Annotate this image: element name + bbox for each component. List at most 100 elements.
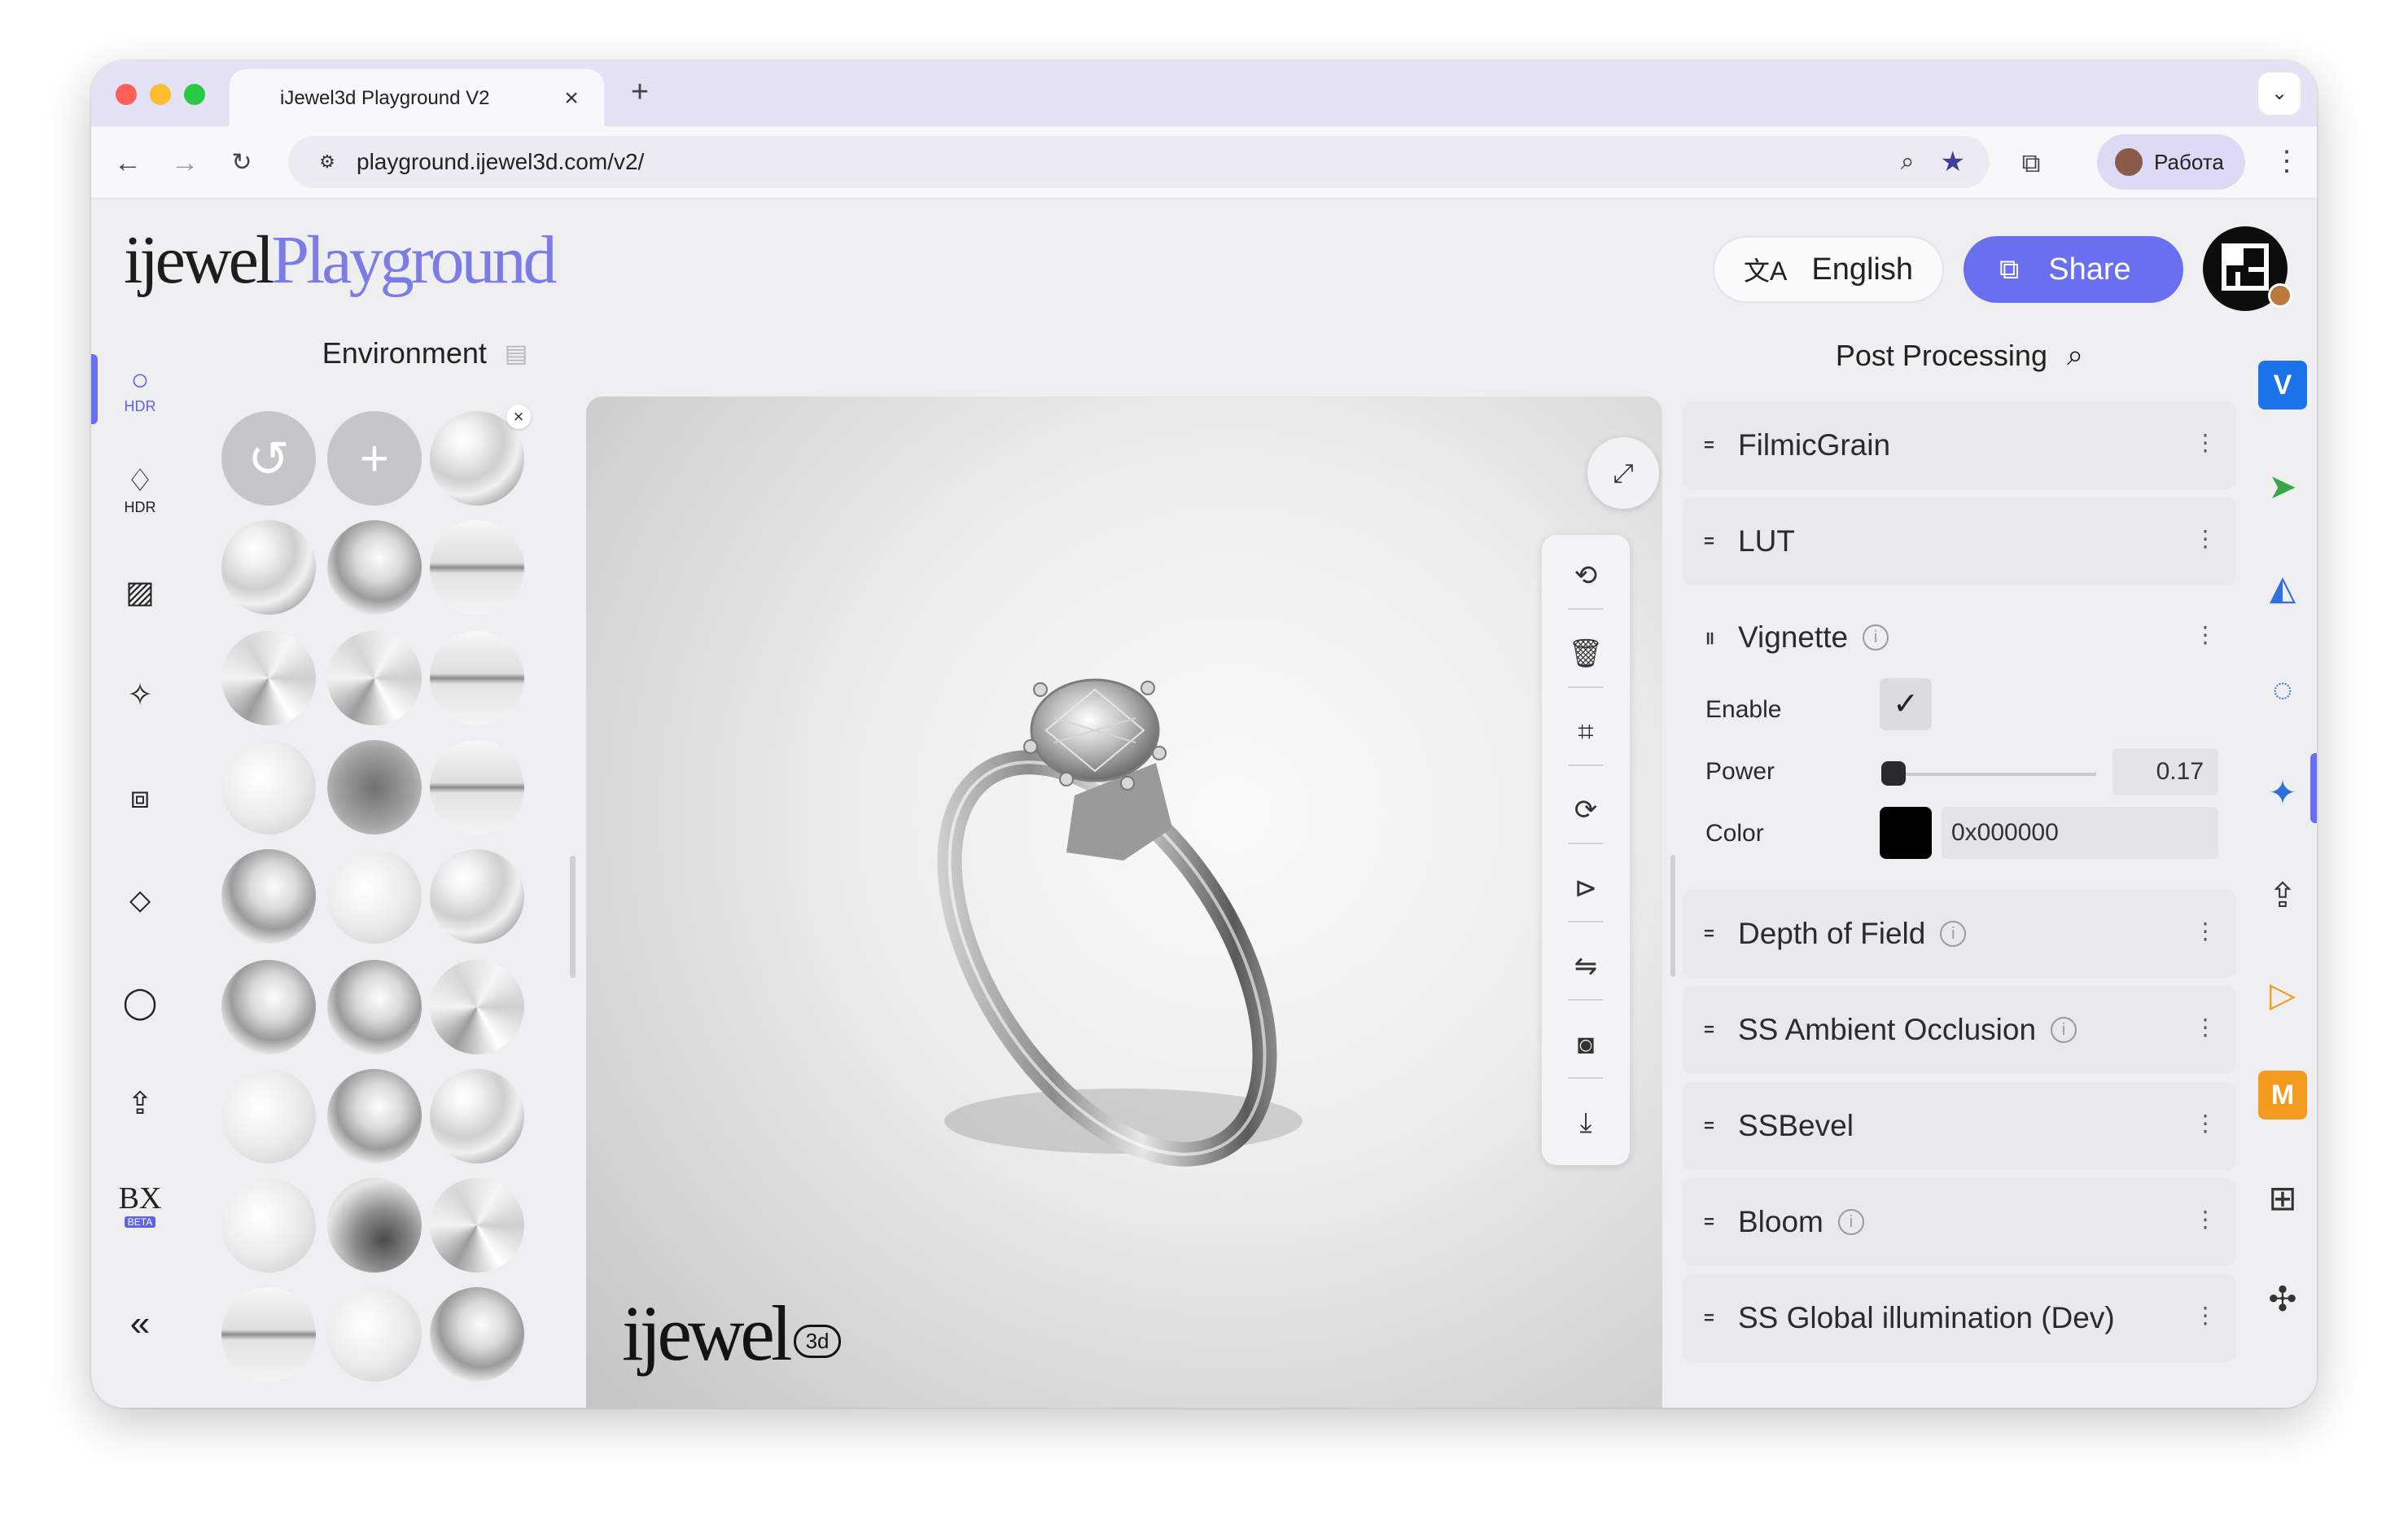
environment-thumbnail[interactable] xyxy=(327,631,422,725)
v-badge-icon[interactable]: V xyxy=(2258,361,2307,410)
browser-menu-icon[interactable]: ⋮ xyxy=(2273,141,2301,182)
play-icon[interactable]: ▷ xyxy=(2258,970,2307,1019)
rail-bx-beta[interactable]: BX BETA xyxy=(107,1176,173,1233)
power-value-field[interactable]: 0.17 xyxy=(2112,748,2218,795)
add-environment-button[interactable]: + xyxy=(327,411,422,506)
environment-thumbnail[interactable] xyxy=(430,740,524,835)
environment-scrollbar[interactable] xyxy=(570,856,576,978)
drag-handle-icon[interactable]: = xyxy=(1704,1211,1723,1233)
rail-upload[interactable]: ⇪ xyxy=(107,1076,173,1133)
remove-icon[interactable]: × xyxy=(506,405,531,429)
url-field[interactable]: ⚙ playground.ijewel3d.com/v2/ ⌕ ★ xyxy=(288,136,1990,188)
environment-thumbnail[interactable] xyxy=(327,849,422,944)
environment-thumbnail[interactable] xyxy=(430,849,524,944)
forward-button[interactable]: → xyxy=(164,142,205,183)
color-value-field[interactable]: 0x000000 xyxy=(1942,807,2218,859)
pp-item-ssbevel[interactable]: = SSBevel ⋮ xyxy=(1683,1082,2236,1170)
environment-thumbnail[interactable] xyxy=(430,520,524,615)
sparkle-icon[interactable]: ✦ xyxy=(2258,768,2307,817)
rail-presets[interactable]: ⧈ xyxy=(107,769,173,826)
environment-thumbnail[interactable] xyxy=(221,1069,316,1163)
info-icon[interactable]: i xyxy=(1837,1209,1864,1235)
environment-thumbnail[interactable] xyxy=(430,1069,524,1163)
flip-button[interactable]: ⇋ xyxy=(1542,942,1630,991)
environment-thumbnail[interactable] xyxy=(221,849,316,944)
m-badge-icon[interactable]: M xyxy=(2258,1071,2307,1119)
collapse-sidebar-button[interactable]: « xyxy=(107,1295,173,1352)
download-button[interactable]: ⤓ xyxy=(1542,1098,1630,1147)
environment-thumbnail[interactable] xyxy=(327,520,422,615)
slider-knob[interactable] xyxy=(1881,761,1906,786)
puzzle-icon[interactable]: ✣ xyxy=(2258,1274,2307,1323)
environment-thumbnail[interactable] xyxy=(327,960,422,1054)
more-options-icon[interactable]: ⋮ xyxy=(2194,525,2217,552)
drag-handle-icon[interactable]: = xyxy=(1704,435,1723,456)
more-options-icon[interactable]: ⋮ xyxy=(2194,1014,2217,1041)
environment-thumbnail[interactable] xyxy=(327,1069,422,1163)
extensions-icon[interactable]: ⧉ xyxy=(2011,142,2051,183)
upload-box-icon[interactable]: ⇪ xyxy=(2258,870,2307,919)
cursor-icon[interactable]: ➤ xyxy=(2258,462,2307,510)
browser-tab[interactable]: iJewel3d Playground V2 × xyxy=(230,69,604,128)
environment-thumbnail[interactable] xyxy=(430,960,524,1054)
environment-thumbnail[interactable] xyxy=(221,740,316,835)
new-tab-button[interactable]: + xyxy=(622,74,658,110)
environment-thumbnail[interactable] xyxy=(327,1287,422,1382)
fullscreen-button[interactable]: ⤢ xyxy=(1587,437,1659,509)
rail-hdr-environment[interactable]: ○ HDR xyxy=(107,361,173,418)
environment-thumbnail[interactable] xyxy=(221,960,316,1054)
environment-thumbnail[interactable] xyxy=(430,1178,524,1273)
pp-item-bloom[interactable]: = Bloom i ⋮ xyxy=(1683,1178,2236,1266)
pp-item-filmic-grain[interactable]: = FilmicGrain ⋮ xyxy=(1683,401,2236,489)
more-options-icon[interactable]: ⋮ xyxy=(2194,429,2217,456)
info-icon[interactable]: i xyxy=(1863,624,1889,651)
user-avatar[interactable] xyxy=(2203,226,2292,311)
3d-viewport[interactable]: ijewel 3d ⤢ ⟲ 🗑 ⌗ ⟳ ⊳ ⇋ ◙ ⤓ xyxy=(586,396,1662,1408)
tab-close-icon[interactable]: × xyxy=(557,85,586,112)
more-options-icon[interactable]: ⋮ xyxy=(2194,1110,2217,1137)
auto-rotate-button[interactable]: ⟳ xyxy=(1542,786,1630,835)
delete-button[interactable]: 🗑 xyxy=(1542,629,1630,678)
drag-handle-icon[interactable]: = xyxy=(1704,1308,1723,1329)
environment-thumbnail[interactable] xyxy=(327,1178,422,1273)
post-processing-scrollbar[interactable] xyxy=(1670,855,1675,977)
power-slider[interactable] xyxy=(1881,761,2096,786)
rail-ground[interactable]: ⬦ xyxy=(107,872,173,929)
drag-handle-icon[interactable]: = xyxy=(1704,531,1723,552)
site-settings-icon[interactable]: ⚙ xyxy=(313,147,342,177)
environment-thumbnail[interactable] xyxy=(430,1287,524,1382)
profile-button[interactable]: Работа xyxy=(2097,134,2245,190)
environment-thumbnail[interactable] xyxy=(221,1178,316,1273)
maximize-window-button[interactable] xyxy=(184,84,205,105)
more-options-icon[interactable]: ⋮ xyxy=(2194,1302,2217,1329)
environment-thumbnail[interactable] xyxy=(221,631,316,725)
focus-button[interactable]: ⌗ xyxy=(1542,708,1630,756)
pp-item-lut[interactable]: = LUT ⋮ xyxy=(1683,497,2236,585)
close-window-button[interactable] xyxy=(116,84,137,105)
environment-thumbnail[interactable] xyxy=(221,1287,316,1382)
pp-item-depth-of-field[interactable]: = Depth of Field i ⋮ xyxy=(1683,890,2236,978)
drag-handle-icon[interactable]: ॥ xyxy=(1704,625,1723,650)
back-button[interactable]: ← xyxy=(107,142,148,183)
share-button[interactable]: ⧉ Share xyxy=(1964,236,2183,303)
drag-handle-icon[interactable]: = xyxy=(1704,1019,1723,1041)
grid-icon[interactable]: ⊞ xyxy=(2258,1173,2307,1222)
environment-thumbnail[interactable] xyxy=(430,631,524,725)
bookmark-star-icon[interactable]: ★ xyxy=(1941,146,1965,178)
minimize-window-button[interactable] xyxy=(150,84,171,105)
tab-search-button[interactable]: ⌄ xyxy=(2258,72,2301,115)
zoom-icon[interactable]: ⌕ xyxy=(1901,148,1915,176)
environment-thumbnail-selected[interactable]: × xyxy=(430,405,531,506)
shapes-icon[interactable]: ◭ xyxy=(2258,563,2307,611)
enable-checkbox[interactable]: ✓ xyxy=(1880,678,1932,730)
rail-materials[interactable]: ◯ xyxy=(107,975,173,1032)
more-options-icon[interactable]: ⋮ xyxy=(2194,918,2217,944)
environment-thumbnail[interactable] xyxy=(221,520,316,615)
search-icon[interactable]: ⌕ xyxy=(2067,338,2083,373)
info-icon[interactable]: i xyxy=(2051,1017,2077,1043)
refresh-circle-icon[interactable]: ◌ xyxy=(2258,665,2307,714)
rail-hdr-diamond[interactable]: ♢ HDR xyxy=(107,462,173,519)
rotate-button[interactable]: ⟲ xyxy=(1542,551,1630,600)
pp-item-vignette[interactable]: ॥ Vignette i ⋮ xyxy=(1683,594,2236,681)
drag-handle-icon[interactable]: = xyxy=(1704,923,1723,944)
